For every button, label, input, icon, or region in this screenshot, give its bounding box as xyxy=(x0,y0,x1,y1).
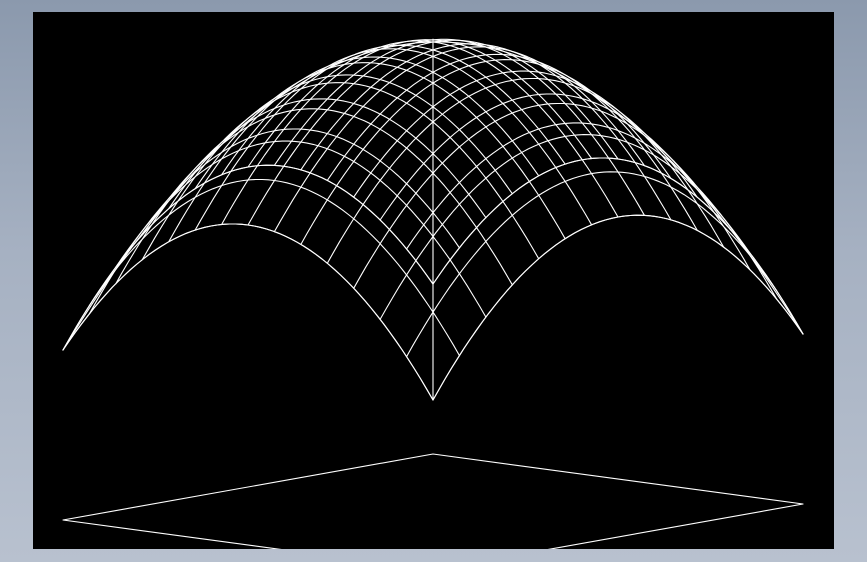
dome-grid-line-v xyxy=(406,171,778,358)
dome-edge-arch xyxy=(62,164,434,351)
ground-plane xyxy=(62,453,804,549)
dome-grid-line-v xyxy=(300,59,672,245)
dome-grid-line-v xyxy=(62,164,434,351)
cad-viewport[interactable] xyxy=(33,12,834,549)
ground-plane-outline xyxy=(62,453,804,549)
dome-grid-line-u xyxy=(221,48,593,226)
dome-edge-arch xyxy=(62,223,434,401)
dome-grid-line-v xyxy=(141,74,513,261)
dome-grid-line-u xyxy=(62,223,434,401)
dome-grid-line-v xyxy=(115,98,487,285)
dome-edge-arch xyxy=(432,214,804,401)
dome-grid-line-u xyxy=(194,62,566,240)
dome-grid-line-v xyxy=(432,214,804,401)
dome-wireframe xyxy=(62,38,804,401)
dome-grid-line-u xyxy=(88,178,460,357)
dome-grid-line-u xyxy=(115,140,487,318)
wireframe-canvas xyxy=(62,38,804,549)
dome-grid-line-u xyxy=(141,108,513,286)
dome-grid-line-v xyxy=(379,134,751,320)
dome-grid-line-v xyxy=(88,128,460,315)
dome-grid-line-v xyxy=(326,77,698,264)
